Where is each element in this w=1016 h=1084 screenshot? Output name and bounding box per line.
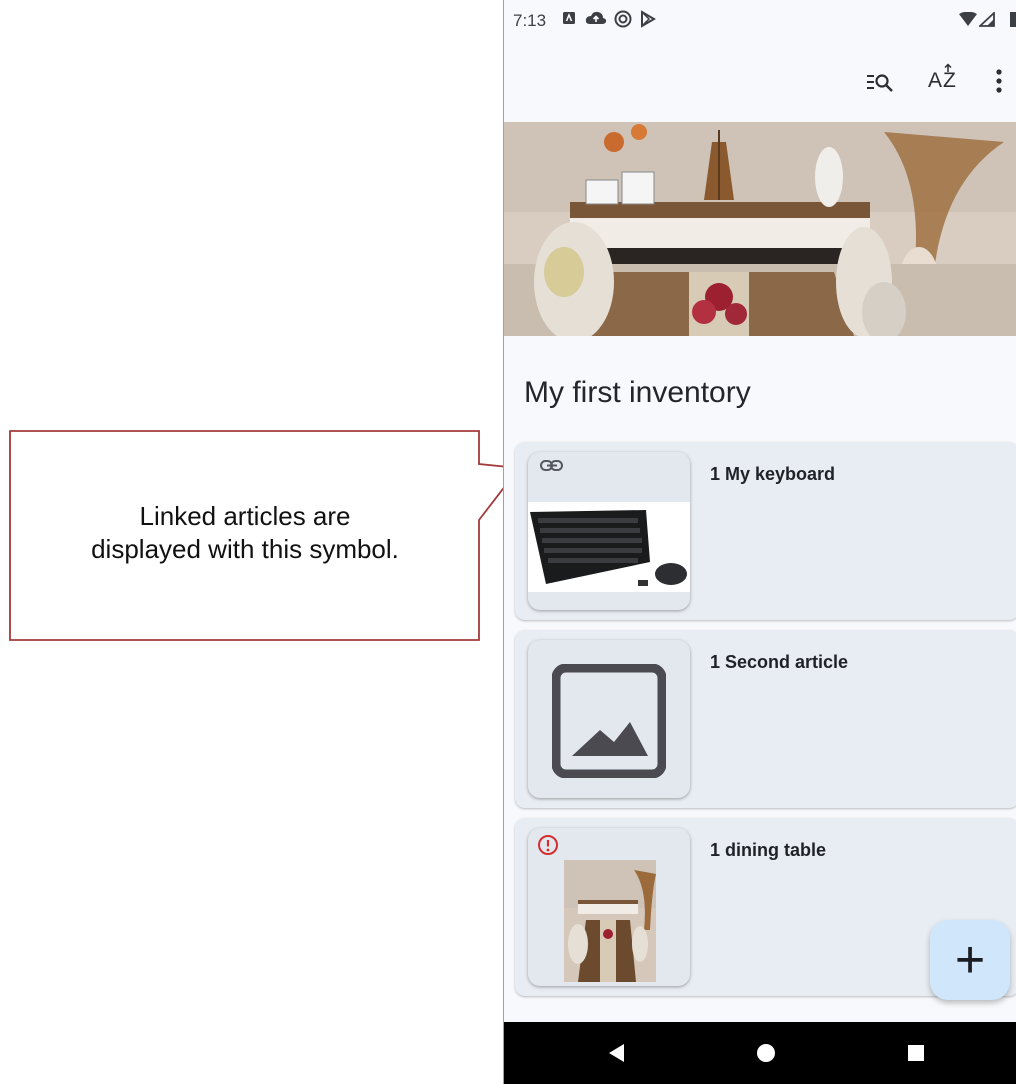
article-title: 1 dining table bbox=[710, 840, 827, 860]
system-nav-bar bbox=[504, 1022, 1016, 1084]
filter-search-icon[interactable] bbox=[864, 70, 896, 100]
sync-icon bbox=[614, 10, 632, 28]
battery-icon bbox=[1010, 12, 1016, 27]
article-title: 1 My keyboard bbox=[710, 464, 836, 484]
keyboard-image bbox=[528, 502, 690, 592]
signal-icon bbox=[979, 12, 995, 27]
nav-back-icon[interactable] bbox=[607, 1043, 625, 1063]
article-thumbnail[interactable] bbox=[528, 640, 690, 798]
callout-line-2: displayed with this symbol. bbox=[91, 534, 399, 564]
add-article-button[interactable]: + bbox=[930, 920, 1010, 1000]
sort-az-icon[interactable]: AZ bbox=[928, 63, 968, 93]
wifi-icon bbox=[959, 12, 977, 26]
callout-line-1: Linked articles are bbox=[139, 501, 351, 531]
article-thumbnail[interactable] bbox=[528, 452, 690, 610]
error-icon bbox=[538, 835, 558, 855]
inventory-hero-image bbox=[504, 122, 1016, 336]
play-icon bbox=[641, 10, 656, 28]
status-time: 7:13 bbox=[513, 11, 547, 30]
article-card-keyboard[interactable]: 1 My keyboard bbox=[515, 442, 1016, 620]
image-placeholder-icon bbox=[552, 664, 666, 778]
article-card-second[interactable]: 1 Second article bbox=[515, 630, 1016, 808]
nav-recents-icon[interactable] bbox=[907, 1044, 925, 1062]
more-vert-icon[interactable] bbox=[994, 68, 1004, 98]
nav-home-icon[interactable] bbox=[756, 1043, 776, 1063]
sort-arrow-icon bbox=[944, 63, 952, 72]
link-icon bbox=[540, 460, 563, 471]
article-title: 1 Second article bbox=[710, 652, 849, 672]
status-bar: 7:13 bbox=[504, 0, 1016, 40]
dining-table-image bbox=[564, 860, 656, 982]
callout-text: Linked articles are displayed with this … bbox=[12, 500, 478, 566]
inventory-title: My first inventory bbox=[524, 376, 751, 409]
phone-screen: 7:13 AZ My first inventory 1 My keyboard… bbox=[503, 0, 1016, 1084]
cloud-icon bbox=[585, 11, 607, 24]
notification-a-icon bbox=[563, 12, 575, 24]
